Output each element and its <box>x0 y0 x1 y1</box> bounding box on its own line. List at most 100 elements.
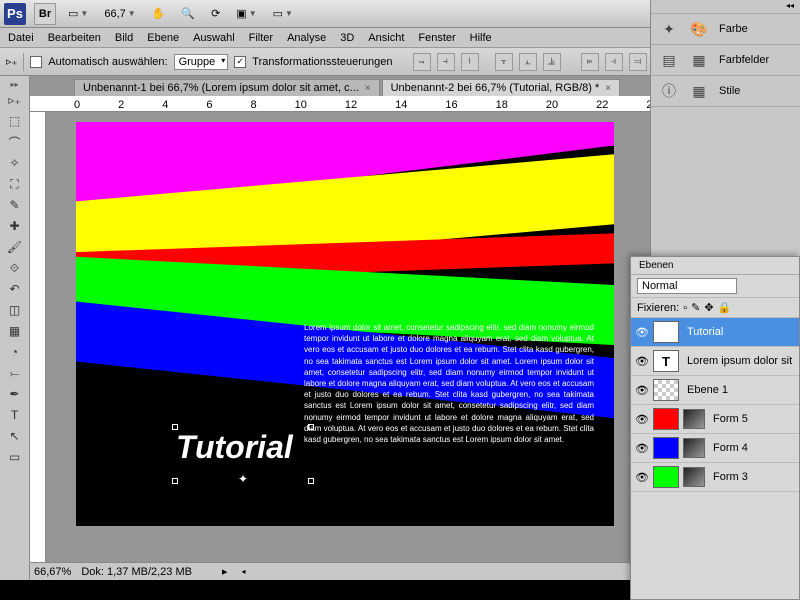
menu-fenster[interactable]: Fenster <box>418 32 455 44</box>
layer-row[interactable]: 👁TLorem ipsum dolor sit <box>631 347 799 376</box>
tool-palette: ▸▸ ▹₊ ⬚ ⌒ ✧ ⛶ ✎ ✚ 🖌 ⟐ ↶ ◫ ▦ ◔ ⤚ ✒ T ↖ ▭ <box>0 76 30 580</box>
layer-row[interactable]: 👁 Form 4 <box>631 434 799 463</box>
doc-tab[interactable]: Unbenannt-2 bei 66,7% (Tutorial, RGB/8) … <box>382 79 621 96</box>
menu-filter[interactable]: Filter <box>249 32 273 44</box>
menu-bild[interactable]: Bild <box>115 32 133 44</box>
zoom-tool-icon[interactable]: 🔍 <box>177 7 199 20</box>
distribute-btn[interactable]: ⫢ <box>581 53 599 71</box>
body-text: Lorem ipsum dolor sit amet, consetetur s… <box>304 322 594 445</box>
transform-center-icon[interactable]: ✦ <box>238 472 248 486</box>
scroll-left-icon[interactable]: ◂ <box>242 567 246 576</box>
panel-shortcut[interactable]: ✦ 🎨 Farbe <box>651 14 800 45</box>
move-tool[interactable]: ▹₊ <box>3 90 27 110</box>
status-zoom[interactable]: 66,67% <box>34 566 71 578</box>
ps-logo-icon: Ps <box>4 3 26 25</box>
eraser-tool[interactable]: ◫ <box>3 300 27 320</box>
menu-bearbeiten[interactable]: Bearbeiten <box>48 32 101 44</box>
blur-tool[interactable]: ◔ <box>3 342 27 362</box>
menu-analyse[interactable]: Analyse <box>287 32 326 44</box>
bridge-logo-icon[interactable]: Br <box>34 3 56 25</box>
history-brush-tool[interactable]: ↶ <box>3 279 27 299</box>
move-tool-icon: ▹₊ <box>6 55 17 68</box>
dodge-tool[interactable]: ⤚ <box>3 363 27 383</box>
menu-auswahl[interactable]: Auswahl <box>193 32 235 44</box>
zoom-display[interactable]: 66,7 ▼ <box>100 8 139 20</box>
visibility-icon[interactable]: 👁 <box>635 384 649 397</box>
visibility-icon[interactable]: 👁 <box>635 442 649 455</box>
visibility-icon[interactable]: 👁 <box>635 413 649 426</box>
transform-handle[interactable] <box>172 478 178 484</box>
menu-3d[interactable]: 3D <box>340 32 354 44</box>
collapse-icon[interactable]: ◂◂ <box>651 0 800 14</box>
layers-tab[interactable]: Ebenen <box>631 257 799 275</box>
layer-row[interactable]: 👁Form 5 <box>631 405 799 434</box>
wand-tool[interactable]: ✧ <box>3 153 27 173</box>
navigator-icon: ✦ <box>659 19 679 39</box>
heal-tool[interactable]: ✚ <box>3 216 27 236</box>
menu-datei[interactable]: Datei <box>8 32 34 44</box>
blend-mode-select[interactable]: Normal <box>637 278 737 294</box>
status-arrow-icon[interactable]: ▸ <box>222 565 228 578</box>
panel-shortcut[interactable]: ▤ ▦ Farbfelder <box>651 45 800 76</box>
transform-handle[interactable] <box>172 424 178 430</box>
layer-name: Tutorial <box>687 326 723 338</box>
align-btn[interactable]: ⫬ <box>413 53 431 71</box>
screen-mode[interactable]: ▭▼ <box>269 7 297 20</box>
info-icon: ⓘ <box>659 81 679 101</box>
headline-text[interactable]: Tutorial <box>176 429 293 466</box>
histogram-icon: ▤ <box>659 50 679 70</box>
panel-shortcut[interactable]: ⓘ ▦ Stile <box>651 76 800 107</box>
align-btn[interactable]: ⫮ <box>461 53 479 71</box>
layer-row[interactable]: 👁Form 3 <box>631 463 799 492</box>
lock-paint-icon[interactable]: ✎ <box>691 301 700 314</box>
visibility-icon[interactable]: 👁 <box>635 471 649 484</box>
brush-tool[interactable]: 🖌 <box>3 237 27 257</box>
lasso-tool[interactable]: ⌒ <box>3 132 27 152</box>
align-btn[interactable]: ⫟ <box>495 53 513 71</box>
menu-hilfe[interactable]: Hilfe <box>470 32 492 44</box>
align-btn[interactable]: ⫠ <box>519 53 537 71</box>
color-icon: 🎨 <box>689 19 709 39</box>
layer-row[interactable]: 👁TTutorial <box>631 318 799 347</box>
auto-select-checkbox[interactable] <box>30 56 42 68</box>
type-tool[interactable]: T <box>3 405 27 425</box>
transform-handle[interactable] <box>308 424 314 430</box>
shape-tool[interactable]: ▭ <box>3 447 27 467</box>
layers-panel[interactable]: Ebenen Normal Fixieren: ▫ ✎ ✥ 🔒 👁TTutori… <box>630 256 800 600</box>
doc-tab[interactable]: Unbenannt-1 bei 66,7% (Lorem ipsum dolor… <box>74 79 380 96</box>
canvas[interactable]: Lorem ipsum dolor sit amet, consetetur s… <box>76 122 614 526</box>
layer-name: Form 4 <box>713 442 748 454</box>
rotate-icon[interactable]: ⟳ <box>207 7 224 20</box>
hand-tool-icon[interactable]: ✋ <box>148 7 170 20</box>
window-arrange[interactable]: ▣▼ <box>232 7 260 20</box>
menu-ansicht[interactable]: Ansicht <box>368 32 404 44</box>
close-icon[interactable]: × <box>605 83 611 94</box>
align-btn[interactable]: ⫞ <box>437 53 455 71</box>
ruler-vertical <box>30 112 46 580</box>
distribute-btn[interactable]: ⫤ <box>629 53 647 71</box>
layer-list: 👁TTutorial👁TLorem ipsum dolor sit👁Ebene … <box>631 318 799 492</box>
lock-move-icon[interactable]: ✥ <box>704 301 713 314</box>
crop-tool[interactable]: ⛶ <box>3 174 27 194</box>
gradient-tool[interactable]: ▦ <box>3 321 27 341</box>
transform-checkbox[interactable]: ✓ <box>234 56 246 68</box>
layout-selector[interactable]: ▭▼ <box>64 7 92 20</box>
pen-tool[interactable]: ✒ <box>3 384 27 404</box>
align-btn[interactable]: ⫡ <box>543 53 561 71</box>
transform-handle[interactable] <box>308 478 314 484</box>
marquee-tool[interactable]: ⬚ <box>3 111 27 131</box>
auto-select-label: Automatisch auswählen: <box>48 56 167 68</box>
menu-ebene[interactable]: Ebene <box>147 32 179 44</box>
group-select[interactable]: Gruppe ▾ <box>174 54 229 70</box>
close-icon[interactable]: × <box>365 83 371 94</box>
eyedropper-tool[interactable]: ✎ <box>3 195 27 215</box>
styles-icon: ▦ <box>689 81 709 101</box>
layer-row[interactable]: 👁Ebene 1 <box>631 376 799 405</box>
distribute-btn[interactable]: ⫣ <box>605 53 623 71</box>
visibility-icon[interactable]: 👁 <box>635 326 649 339</box>
lock-transparency-icon[interactable]: ▫ <box>683 302 687 314</box>
lock-all-icon[interactable]: 🔒 <box>718 301 732 314</box>
path-tool[interactable]: ↖ <box>3 426 27 446</box>
stamp-tool[interactable]: ⟐ <box>3 258 27 278</box>
visibility-icon[interactable]: 👁 <box>635 355 649 368</box>
